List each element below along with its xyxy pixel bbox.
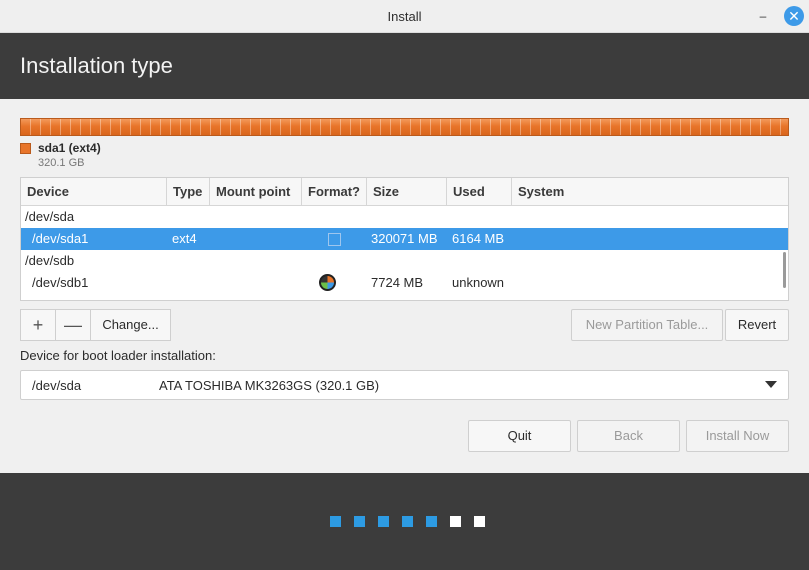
- partition-color-swatch: [20, 143, 31, 154]
- table-header: Device Type Mount point Format? Size Use…: [21, 178, 788, 206]
- change-partition-button[interactable]: Change...: [90, 309, 171, 341]
- table-row[interactable]: /dev/sdb1 7724 MB unknown: [21, 272, 788, 294]
- device-cell: /dev/sda: [25, 209, 75, 224]
- device-cell: /dev/sda1: [32, 231, 89, 246]
- column-header-system[interactable]: System: [512, 178, 788, 206]
- boot-loader-label: Device for boot loader installation:: [20, 348, 216, 363]
- progress-step-dot: [426, 516, 437, 527]
- progress-footer: [0, 473, 809, 570]
- column-header-size[interactable]: Size: [367, 178, 447, 206]
- progress-step-dot: [330, 516, 341, 527]
- dropdown-arrow-icon: [765, 381, 777, 388]
- table-row[interactable]: /dev/sdb: [21, 250, 788, 272]
- boot-loader-device: /dev/sda: [32, 378, 82, 393]
- revert-button[interactable]: Revert: [725, 309, 789, 341]
- partition-bar: [20, 118, 789, 136]
- page-title: Installation type: [20, 53, 173, 78]
- progress-step-dot: [378, 516, 389, 527]
- back-button[interactable]: Back: [577, 420, 680, 452]
- partition-table: Device Type Mount point Format? Size Use…: [20, 177, 789, 301]
- window-title: Install: [387, 9, 422, 24]
- column-header-mount-point[interactable]: Mount point: [210, 178, 302, 206]
- install-now-button[interactable]: Install Now: [686, 420, 789, 452]
- minimize-icon[interactable]: –: [754, 7, 772, 25]
- column-header-format[interactable]: Format?: [302, 178, 367, 206]
- type-cell: ext4: [172, 231, 197, 246]
- column-header-used[interactable]: Used: [447, 178, 512, 206]
- size-cell: 7724 MB: [371, 275, 424, 290]
- window-titlebar: Install – ✕: [0, 0, 809, 33]
- partition-legend-name: sda1 (ext4): [38, 141, 101, 155]
- progress-step-dot: [450, 516, 461, 527]
- table-row[interactable]: /dev/sda: [21, 206, 788, 228]
- device-cell: /dev/sdb1: [32, 275, 89, 290]
- used-cell: unknown: [452, 275, 505, 290]
- table-scrollbar[interactable]: [783, 252, 786, 288]
- quit-button[interactable]: Quit: [468, 420, 571, 452]
- progress-step-dot: [474, 516, 485, 527]
- main-content: sda1 (ext4) 320.1 GB Device Type Mount p…: [0, 99, 809, 473]
- column-header-type[interactable]: Type: [167, 178, 210, 206]
- busy-spinner-icon: [319, 274, 336, 291]
- progress-step-dot: [402, 516, 413, 527]
- add-partition-button[interactable]: +: [20, 309, 56, 341]
- remove-partition-button[interactable]: —: [55, 309, 91, 341]
- partition-legend-size: 320.1 GB: [38, 157, 85, 169]
- format-checkbox[interactable]: [328, 233, 341, 246]
- column-header-device[interactable]: Device: [21, 178, 167, 206]
- page-header: Installation type: [0, 33, 809, 99]
- device-cell: /dev/sdb: [25, 253, 75, 268]
- new-partition-table-button[interactable]: New Partition Table...: [571, 309, 723, 341]
- close-icon[interactable]: ✕: [784, 6, 804, 26]
- size-cell: 320071 MB: [371, 231, 438, 246]
- boot-loader-description: ATA TOSHIBA MK3263GS (320.1 GB): [159, 378, 380, 393]
- table-row-selected[interactable]: /dev/sda1 ext4 320071 MB 6164 MB: [21, 228, 788, 250]
- boot-loader-select[interactable]: /dev/sda ATA TOSHIBA MK3263GS (320.1 GB): [20, 370, 789, 400]
- progress-step-dot: [354, 516, 365, 527]
- used-cell: 6164 MB: [452, 231, 505, 246]
